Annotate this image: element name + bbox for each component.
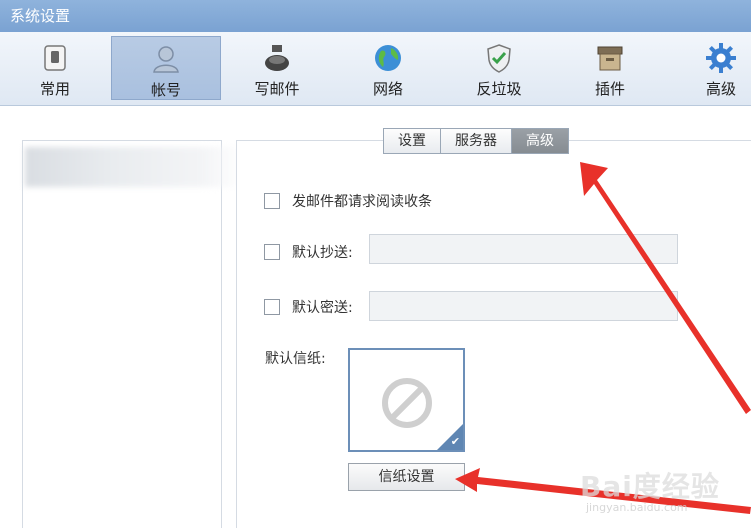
- account-tabs: 设置 服务器 高级: [383, 128, 569, 154]
- no-stationery-icon: [382, 378, 432, 428]
- tool-advanced-label: 高级: [705, 80, 736, 98]
- watermark-text: Bai度经验: [580, 470, 720, 503]
- tool-network-label: 网络: [372, 80, 403, 98]
- user-icon: [153, 46, 179, 73]
- tool-plugins[interactable]: 插件: [555, 36, 665, 100]
- tab-advanced[interactable]: 高级: [512, 129, 568, 153]
- tool-advanced[interactable]: 高级: [666, 36, 751, 100]
- tool-general-label: 常用: [39, 80, 70, 98]
- settings-window: 系统设置 常用 帐号 写邮件 网络 反垃圾 插件 高级 设置 服务器 高级 发邮…: [0, 0, 751, 528]
- read-receipt-row: 发邮件都请求阅读收条: [264, 191, 432, 211]
- tool-antispam-label: 反垃圾: [476, 80, 522, 98]
- switch-icon: [44, 45, 66, 71]
- globe-icon: [375, 45, 401, 71]
- box-icon: [597, 46, 623, 71]
- tool-antispam[interactable]: 反垃圾: [444, 36, 554, 100]
- ink-bottle-icon: [265, 45, 289, 71]
- tab-server[interactable]: 服务器: [441, 129, 512, 153]
- watermark-url: jingyan.baidu.com: [586, 501, 688, 514]
- window-title: 系统设置: [0, 0, 751, 32]
- stationery-label: 默认信纸:: [265, 351, 326, 367]
- default-cc-checkbox[interactable]: [264, 244, 280, 260]
- tool-general[interactable]: 常用: [0, 36, 110, 100]
- default-cc-label: 默认抄送:: [292, 245, 353, 261]
- gear-icon: [706, 43, 736, 73]
- default-bcc-row: 默认密送:: [264, 297, 353, 317]
- tool-network[interactable]: 网络: [333, 36, 443, 100]
- toolbar: 常用 帐号 写邮件 网络 反垃圾 插件 高级: [0, 32, 751, 106]
- tool-compose-label: 写邮件: [254, 80, 300, 98]
- tab-settings[interactable]: 设置: [384, 129, 441, 153]
- stationery-preview[interactable]: ✔: [348, 348, 465, 452]
- read-receipt-label: 发邮件都请求阅读收条: [292, 194, 432, 210]
- shield-check-icon: [487, 44, 511, 73]
- tool-account[interactable]: 帐号: [111, 36, 221, 100]
- account-list[interactable]: [22, 140, 245, 528]
- default-bcc-checkbox[interactable]: [264, 299, 280, 315]
- tool-account-label: 帐号: [150, 81, 181, 99]
- default-bcc-field[interactable]: [369, 291, 678, 321]
- stationery-settings-button[interactable]: 信纸设置: [348, 463, 465, 491]
- default-bcc-label: 默认密送:: [292, 300, 353, 316]
- default-cc-row: 默认抄送:: [264, 242, 353, 262]
- blurred-account-entry[interactable]: [25, 147, 245, 187]
- default-cc-field[interactable]: [369, 234, 678, 264]
- tool-plugins-label: 插件: [594, 80, 625, 98]
- read-receipt-checkbox[interactable]: [264, 193, 280, 209]
- tool-compose[interactable]: 写邮件: [222, 36, 332, 100]
- baidu-watermark: Bai度经验 jingyan.baidu.com: [580, 465, 740, 525]
- checkmark-icon: ✔: [450, 435, 460, 448]
